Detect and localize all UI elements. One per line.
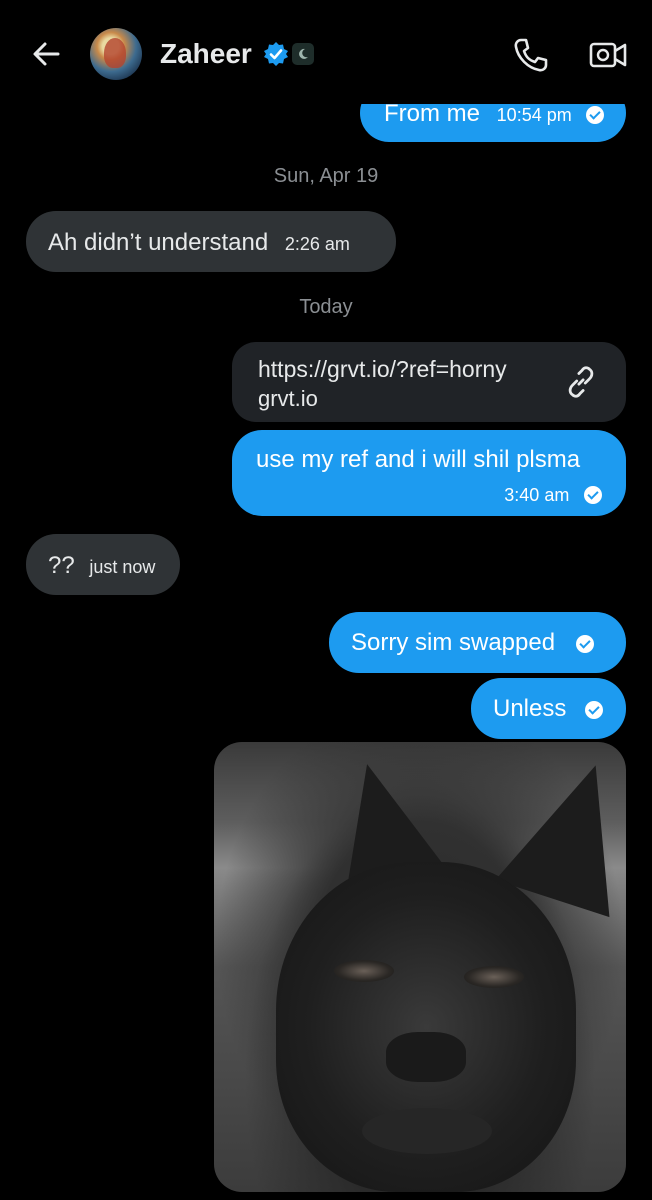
verified-badge-icon	[264, 42, 288, 66]
date-separator: Sun, Apr 19	[273, 165, 379, 187]
message-time: just now	[89, 557, 156, 577]
message-text: Sorry sim swapped	[351, 629, 556, 656]
read-check-icon	[585, 700, 604, 719]
message-text: Ah didn’t understand	[48, 229, 269, 256]
message-bubble-outgoing[interactable]: use my ref and i will shil plsma 3:40 am	[232, 430, 626, 516]
cat-eye	[334, 960, 394, 982]
message-text: ??	[48, 552, 75, 579]
link-icon	[568, 366, 594, 398]
read-check-icon	[575, 634, 594, 653]
message-bubble-incoming[interactable]: ?? just now	[26, 534, 180, 595]
message-time: 2:26 am	[284, 234, 350, 254]
cat-eye	[464, 966, 524, 988]
cat-nose	[386, 1032, 466, 1082]
message-text: Unless	[493, 695, 567, 722]
contact-name[interactable]: Zaheer	[160, 38, 252, 70]
message-bubble-incoming[interactable]: Ah didn’t understand 2:26 am	[26, 211, 396, 272]
message-time: 3:40 am	[504, 485, 570, 505]
cat-photo[interactable]	[214, 742, 626, 1192]
message-bubble-outgoing[interactable]: Unless	[471, 678, 626, 739]
video-call-icon[interactable]	[588, 38, 628, 72]
moon-badge-icon	[292, 43, 314, 65]
avatar[interactable]	[90, 28, 142, 80]
arrow-left-icon[interactable]	[28, 36, 64, 72]
date-separator: Today	[299, 296, 353, 318]
chat-header: Zaheer	[0, 0, 652, 104]
message-time: 10:54 pm	[496, 105, 572, 125]
read-check-icon	[584, 485, 602, 504]
message-text: From me	[384, 100, 480, 127]
phone-icon[interactable]	[512, 36, 550, 74]
cat-mouth	[362, 1108, 492, 1154]
read-check-icon	[586, 105, 605, 124]
message-bubble-outgoing[interactable]: Sorry sim swapped	[329, 612, 626, 673]
message-text: use my ref and i will shil plsma	[256, 446, 581, 473]
link-preview-card[interactable]: https://grvt.io/?ref=horny grvt.io	[232, 342, 626, 422]
cat-face	[276, 862, 576, 1192]
